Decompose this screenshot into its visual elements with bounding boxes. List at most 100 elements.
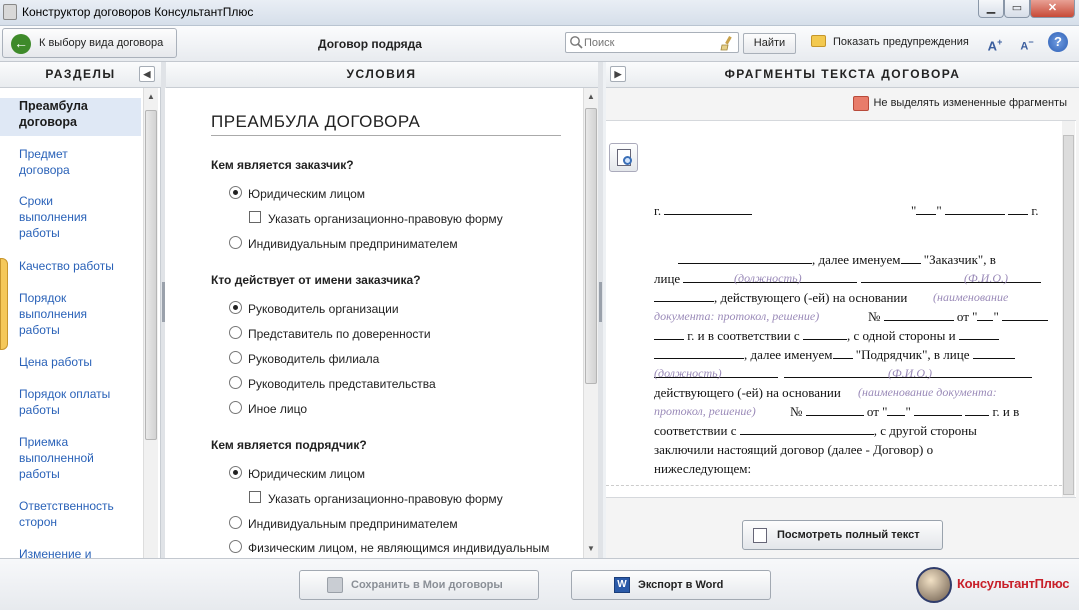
placeholder-fio[interactable]: (Ф.И.О.) <box>964 271 1008 286</box>
scroll-down-icon[interactable]: ▼ <box>586 544 596 554</box>
font-increase-icon[interactable]: A+ <box>985 32 1005 53</box>
splitter-grip[interactable] <box>599 282 602 322</box>
doc-line-1: г. <box>654 203 753 219</box>
sections-scrollbar[interactable]: ▲ <box>143 88 158 558</box>
search-input[interactable] <box>584 35 714 50</box>
radio-icon[interactable] <box>229 540 242 553</box>
export-to-word-button[interactable]: W Экспорт в Word <box>571 570 771 600</box>
option-label: Руководитель организации <box>248 302 399 316</box>
radio-selected-icon[interactable] <box>229 186 242 199</box>
save-disk-icon <box>327 577 343 593</box>
radio-icon[interactable] <box>229 401 242 414</box>
help-icon[interactable]: ? <box>1048 32 1068 52</box>
font-decrease-icon[interactable]: A− <box>1017 32 1037 53</box>
back-button-label: К выбору вида договора <box>39 37 164 49</box>
close-button[interactable]: ✕ <box>1030 0 1075 18</box>
radio-icon[interactable] <box>229 351 242 364</box>
placeholder-document-1[interactable]: (наименование <box>933 290 1008 305</box>
section-item-terms[interactable]: Сроки выполнения работы <box>0 193 110 241</box>
section-item-subject[interactable]: Предмет договора <box>0 146 110 178</box>
doc-text: "Подрядчик", в лице <box>855 347 970 362</box>
placeholder-document-3[interactable]: (наименование документа: <box>858 385 997 400</box>
option-label: Иное лицо <box>248 402 308 416</box>
option-label: Руководитель филиала <box>248 352 380 366</box>
side-tab-handle[interactable] <box>0 258 8 350</box>
radio-icon[interactable] <box>229 376 242 389</box>
window-title: Конструктор договоров КонсультантПлюс <box>22 5 254 19</box>
highlight-icon <box>853 96 870 111</box>
magnifier-icon <box>623 156 632 165</box>
expand-right-icon[interactable]: ▶ <box>610 66 626 82</box>
logo-text: КонсультантПлюс <box>957 576 1070 591</box>
checkbox-icon[interactable] <box>249 491 261 503</box>
placeholder-document-2[interactable]: документа: протокол, решение) <box>654 309 819 324</box>
conditions-panel: ПРЕАМБУЛА ДОГОВОРА Кем является заказчик… <box>165 88 598 558</box>
doc-text: " <box>993 309 999 324</box>
title-bar: Конструктор договоров КонсультантПлюс ▁ … <box>0 0 1079 26</box>
sections-panel: Преамбула договора Предмет договора Срок… <box>0 88 161 558</box>
checkbox-icon[interactable] <box>249 211 261 223</box>
section-item-preamble[interactable]: Преамбула договора <box>0 98 141 136</box>
scroll-up-icon[interactable]: ▲ <box>586 92 596 102</box>
find-button[interactable]: Найти <box>743 33 796 54</box>
export-label: Экспорт в Word <box>638 579 724 591</box>
splitter-right[interactable] <box>598 62 603 558</box>
doc-line-7: , далее именуем "Подрядчик", в лице <box>654 347 1015 363</box>
section-item-price[interactable]: Цена работы <box>0 354 130 370</box>
document-scrollbar[interactable] <box>1062 121 1075 497</box>
doc-text: г. и в <box>992 404 1020 419</box>
doc-line-9: действующего (-ей) на основании <box>654 385 841 401</box>
option-label: Руководитель представительства <box>248 377 436 391</box>
doc-line-12: заключили настоящий договор (далее - Дог… <box>654 442 934 457</box>
placeholder-position-2[interactable]: (должность) <box>654 366 722 381</box>
section-item-acceptance[interactable]: Приемка выполненной работы <box>0 434 110 482</box>
radio-selected-icon[interactable] <box>229 466 242 479</box>
scroll-thumb[interactable] <box>585 108 597 384</box>
doc-text: " <box>936 203 942 218</box>
option-label: Указать организационно-правовую форму <box>268 492 503 506</box>
bottom-bar: Сохранить в Мои договоры W Экспорт в Wor… <box>0 558 1079 610</box>
zoom-document-icon[interactable] <box>609 143 638 172</box>
document-preview: г. " " г. , далее именуем "Заказчик", в л… <box>606 120 1076 498</box>
scroll-thumb[interactable] <box>145 110 157 440</box>
doc-line-5: № от " " <box>868 309 1049 325</box>
placeholder-position[interactable]: (должность) <box>734 271 802 286</box>
search-box[interactable] <box>565 32 739 53</box>
placeholder-document-4[interactable]: протокол, решение) <box>654 404 756 419</box>
scroll-thumb[interactable] <box>1063 135 1074 495</box>
doc-text: г. <box>654 203 662 218</box>
section-item-payment[interactable]: Порядок оплаты работы <box>0 386 120 418</box>
save-to-my-contracts-button[interactable]: Сохранить в Мои договоры <box>299 570 539 600</box>
scroll-up-icon[interactable]: ▲ <box>146 92 156 102</box>
clear-brush-icon[interactable] <box>719 35 735 51</box>
no-highlight-changes-toggle[interactable]: Не выделять измененные фрагменты <box>853 96 1067 111</box>
view-full-text-button[interactable]: Посмотреть полный текст <box>742 520 943 550</box>
radio-icon[interactable] <box>229 236 242 249</box>
placeholder-fio-2[interactable]: (Ф.И.О.) <box>888 366 932 381</box>
option-label: Представитель по доверенности <box>248 327 431 341</box>
doc-text: от <box>956 309 969 324</box>
page-divider <box>606 485 1062 497</box>
doc-text: лице <box>654 271 681 286</box>
option-label: Физическим лицом, не являющимся индивиду… <box>248 541 550 555</box>
doc-text: " <box>905 404 911 419</box>
conditions-header: УСЛОВИЯ <box>165 62 598 88</box>
section-item-changes[interactable]: Изменение и <box>0 546 125 558</box>
radio-selected-icon[interactable] <box>229 301 242 314</box>
minimize-button[interactable]: ▁ <box>978 0 1004 18</box>
section-item-quality[interactable]: Качество работы <box>0 258 130 274</box>
option-label: Индивидуальным предпринимателем <box>248 517 458 531</box>
conditions-scrollbar[interactable]: ▲ ▼ <box>583 88 598 558</box>
doc-line-11: соответствии с , с другой стороны <box>654 423 977 439</box>
radio-icon[interactable] <box>229 516 242 529</box>
fragments-title: ФРАГМЕНТЫ ТЕКСТА ДОГОВОРА <box>724 67 961 81</box>
section-item-liability[interactable]: Ответственность сторон <box>0 498 125 530</box>
back-to-contract-type-button[interactable]: ← К выбору вида договора <box>2 28 177 58</box>
collapse-left-icon[interactable]: ◀ <box>139 66 155 82</box>
section-item-procedure[interactable]: Порядок выполнения работы <box>0 290 110 338</box>
no-highlight-label: Не выделять измененные фрагменты <box>873 97 1067 109</box>
show-warnings-label: Показать предупреждения <box>833 36 969 48</box>
maximize-button[interactable]: ▭ <box>1004 0 1030 18</box>
radio-icon[interactable] <box>229 326 242 339</box>
option-label: Юридическим лицом <box>248 187 366 201</box>
